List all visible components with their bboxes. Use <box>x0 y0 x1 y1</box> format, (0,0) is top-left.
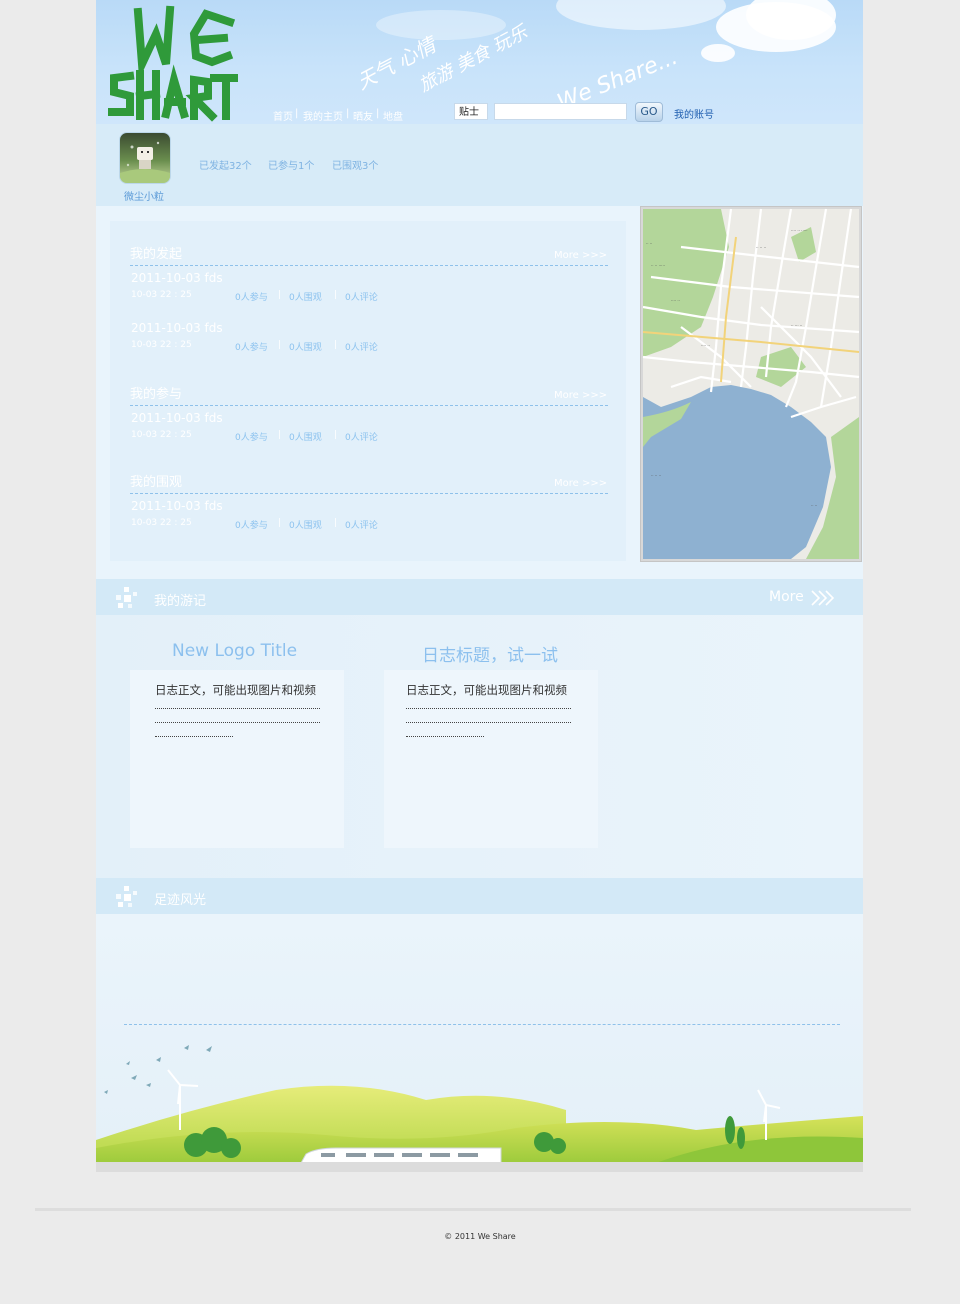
travel-notes-title: 我的游记 <box>154 594 207 609</box>
slogan-artwork: 天气 心情 旅游 美食 玩乐 We Share... <box>361 22 681 112</box>
note-card-body: 日志正文，可能出现图片和视频 <box>406 683 567 697</box>
nav-my-home[interactable]: 我的主页 <box>303 108 343 123</box>
weshare-logo[interactable] <box>108 4 238 122</box>
search-input[interactable] <box>494 103 627 120</box>
join-count-link[interactable]: 0人参与 <box>235 430 268 443</box>
dotted-line <box>155 736 233 737</box>
watch-count-link[interactable]: 0人围观 <box>289 430 322 443</box>
item-separator: | <box>278 290 282 300</box>
join-count-link[interactable]: 0人参与 <box>235 290 268 303</box>
band-square-icon <box>116 587 137 608</box>
item-separator: | <box>278 430 282 440</box>
svg-text:·· ·· ··: ·· ·· ·· <box>756 245 766 250</box>
footprints-header <box>96 878 863 914</box>
travel-notes-area: New Logo Title 日志正文，可能出现图片和视频 日志标题，试一试 日… <box>96 615 863 878</box>
map-view[interactable]: ···· ·· ····· ·· ·· ·· ·· ·· ·· ·· ·····… <box>640 206 862 562</box>
nav-friends[interactable]: 晒友 <box>353 108 373 123</box>
activity-item-title[interactable]: 2011-10-03 fds <box>131 321 223 335</box>
activity-item-title[interactable]: 2011-10-03 fds <box>131 499 223 513</box>
section-title-initiated: 我的发起 <box>130 247 183 262</box>
profile-name[interactable]: 微尘小粒 <box>124 188 164 203</box>
stat-joined[interactable]: 已参与1个 <box>268 157 314 172</box>
footer-divider <box>35 1208 911 1211</box>
nav-separator: | <box>346 108 350 119</box>
item-separator: | <box>334 430 338 440</box>
join-count-link[interactable]: 0人参与 <box>235 518 268 531</box>
svg-text:···· ··: ···· ·· <box>701 343 710 348</box>
svg-text:·· ··· ··: ·· ··· ·· <box>791 323 802 328</box>
item-separator: | <box>278 518 282 528</box>
nav-separator: | <box>295 108 299 119</box>
activity-item-time: 10-03 22 : 25 <box>131 430 192 440</box>
watch-count-link[interactable]: 0人围观 <box>289 340 322 353</box>
svg-text:·· ·· ··: ·· ·· ·· <box>651 473 661 478</box>
more-link[interactable]: More >>> <box>554 478 607 489</box>
item-separator: | <box>334 290 338 300</box>
nav-territory[interactable]: 地盘 <box>383 108 403 123</box>
item-separator: | <box>334 340 338 350</box>
travel-notes-header <box>96 579 863 615</box>
note-card-body: 日志正文，可能出现图片和视频 <box>155 683 316 697</box>
activity-panel: 我的发起 More >>> 2011-10-03 fds 10-03 22 : … <box>110 221 626 561</box>
search-type-select[interactable]: 贴士 <box>454 103 488 120</box>
activity-item-time: 10-03 22 : 25 <box>131 290 192 300</box>
activity-item-time: 10-03 22 : 25 <box>131 340 192 350</box>
more-chevron-icon[interactable] <box>810 589 834 607</box>
more-link[interactable]: More >>> <box>554 250 607 261</box>
page-frame: 天气 心情 旅游 美食 玩乐 We Share... 首页 | 我的主页 | 晒… <box>96 0 863 1172</box>
dotted-line <box>155 722 320 723</box>
comment-count-link[interactable]: 0人评论 <box>345 290 378 303</box>
section-title-joined: 我的参与 <box>130 387 183 402</box>
stat-initiated[interactable]: 已发起32个 <box>199 157 252 172</box>
dotted-line <box>406 708 571 709</box>
svg-text:·· ··: ·· ·· <box>811 503 817 508</box>
comment-count-link[interactable]: 0人评论 <box>345 430 378 443</box>
note-card-title[interactable]: New Logo Title <box>172 641 297 661</box>
section-title-watched: 我的围观 <box>130 475 183 490</box>
my-account-link[interactable]: 我的账号 <box>674 106 714 121</box>
note-card[interactable]: 日志正文，可能出现图片和视频 <box>130 670 344 848</box>
nav-home[interactable]: 首页 <box>273 108 293 123</box>
comment-count-link[interactable]: 0人评论 <box>345 518 378 531</box>
travel-notes-more-link[interactable]: More <box>769 589 804 605</box>
dotted-line <box>406 736 484 737</box>
slogan-line2: 旅游 美食 玩乐 <box>415 22 532 96</box>
dotted-line <box>155 708 320 709</box>
svg-text:···· ·· ·····: ···· ·· ····· <box>791 228 808 233</box>
page-bottom-bar <box>96 1162 863 1172</box>
slogan-en: We Share... <box>554 45 681 112</box>
note-card-title[interactable]: 日志标题，试一试 <box>422 641 558 666</box>
watch-count-link[interactable]: 0人围观 <box>289 290 322 303</box>
activity-item-title[interactable]: 2011-10-03 fds <box>131 271 223 285</box>
band-square-icon <box>116 886 137 907</box>
nav-separator: | <box>376 108 380 119</box>
search-go-button[interactable]: GO <box>635 102 663 122</box>
footprints-title: 足迹风光 <box>154 893 207 908</box>
more-link[interactable]: More >>> <box>554 390 607 401</box>
copyright-text: © 2011 We Share <box>444 1232 516 1241</box>
svg-text:·· ··: ·· ·· <box>646 241 652 246</box>
comment-count-link[interactable]: 0人评论 <box>345 340 378 353</box>
join-count-link[interactable]: 0人参与 <box>235 340 268 353</box>
avatar[interactable] <box>119 132 171 184</box>
activity-item-title[interactable]: 2011-10-03 fds <box>131 411 223 425</box>
site-header: 天气 心情 旅游 美食 玩乐 We Share... 首页 | 我的主页 | 晒… <box>96 0 863 124</box>
item-separator: | <box>334 518 338 528</box>
note-card[interactable]: 日志正文，可能出现图片和视频 <box>384 670 598 848</box>
activity-item-time: 10-03 22 : 25 <box>131 518 192 528</box>
footprints-divider <box>124 1024 840 1025</box>
stat-watched[interactable]: 已围观3个 <box>332 157 378 172</box>
svg-text:·· ·· ·····: ·· ·· ····· <box>651 263 665 268</box>
svg-text:···· ··: ···· ·· <box>671 298 680 303</box>
watch-count-link[interactable]: 0人围观 <box>289 518 322 531</box>
dotted-line <box>406 722 571 723</box>
landscape-illustration <box>96 1045 863 1163</box>
section-divider <box>130 493 608 494</box>
item-separator: | <box>278 340 282 350</box>
section-divider <box>130 405 608 406</box>
section-divider <box>130 265 608 266</box>
